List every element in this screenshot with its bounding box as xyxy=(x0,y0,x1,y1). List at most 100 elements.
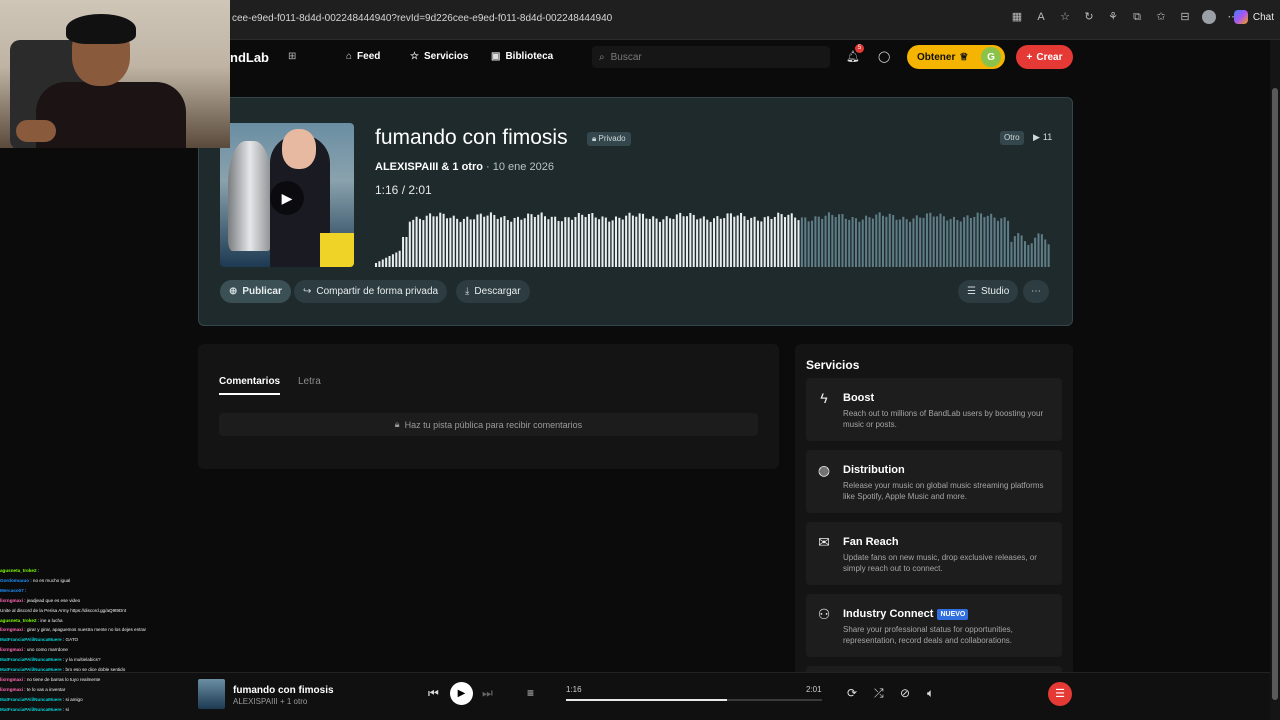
waveform-bar xyxy=(510,221,513,267)
waveform-bar xyxy=(503,216,506,267)
waveform-bar xyxy=(662,219,665,267)
refresh-icon[interactable]: ↻ xyxy=(1082,10,1096,24)
download-button[interactable]: ⤓ Descargar xyxy=(456,280,530,303)
waveform-bar xyxy=(706,219,709,267)
search-input[interactable] xyxy=(610,51,811,63)
waveform-bar xyxy=(483,216,486,267)
page-scrollbar[interactable] xyxy=(1270,40,1280,720)
waveform-bar xyxy=(398,250,401,267)
service-boost[interactable]: ϟ Boost Reach out to millions of BandLab… xyxy=(806,378,1062,441)
play-count: ▶ 11 xyxy=(1033,132,1052,143)
mute-icon[interactable]: ⊘ xyxy=(900,686,910,700)
volume-icon[interactable]: 🔈︎ xyxy=(927,686,934,701)
webcam-overlay xyxy=(0,0,230,148)
shuffle-icon[interactable]: ⤮ xyxy=(874,686,884,701)
waveform-bar xyxy=(682,216,685,267)
chat-text: : GATO xyxy=(61,637,79,643)
next-icon[interactable]: ⏭ xyxy=(482,686,493,701)
user-avatar[interactable]: G xyxy=(980,46,1002,68)
previous-icon[interactable]: ⏮ xyxy=(428,686,439,701)
play-count-value: 11 xyxy=(1042,132,1053,142)
player-track-title[interactable]: fumando con fimosis xyxy=(233,685,334,696)
chat-message: MatFranciaPAlilNuncaMuere : GATO xyxy=(0,635,200,645)
cover-play-icon[interactable]: ▶ xyxy=(270,181,304,215)
extensions-icon[interactable]: ⚘ xyxy=(1106,10,1120,24)
queue-button[interactable]: ☰ xyxy=(1048,682,1072,706)
service-name-text: Distribution xyxy=(843,464,905,476)
repeat-icon[interactable]: ⟳ xyxy=(847,686,857,700)
scrollbar-thumb[interactable] xyxy=(1272,88,1278,700)
address-bar-url[interactable]: cee-e9ed-f011-8d4d-002248444940?revId=9d… xyxy=(232,13,612,24)
service-fan-reach[interactable]: ✉ Fan Reach Update fans on new music, dr… xyxy=(806,522,1062,585)
waveform-bar xyxy=(868,217,871,267)
track-total-time: 2:01 xyxy=(408,183,432,197)
nav-services[interactable]: ☆ Servicios xyxy=(410,51,468,62)
create-button[interactable]: + Crear xyxy=(1016,45,1073,69)
apps-icon[interactable]: ▦ xyxy=(1010,10,1024,24)
player-track-artist[interactable]: ALEXISPAIII + 1 otro xyxy=(233,697,307,706)
waveform-bar xyxy=(699,218,702,267)
studio-button[interactable]: ☰ Studio xyxy=(958,280,1019,303)
service-name: Distribution xyxy=(843,464,905,476)
waveform-bar xyxy=(513,217,516,267)
apps-grid-icon[interactable]: ⊞ xyxy=(288,51,298,62)
waveform-bar xyxy=(625,215,628,267)
profile-avatar[interactable] xyxy=(1202,10,1216,24)
chat-username: lixrngmaxi xyxy=(0,627,23,633)
publish-label: Publicar xyxy=(242,286,282,297)
waveform-bar xyxy=(726,213,729,267)
track-artist-line: ALEXISPAIII & 1 otro · 10 ene 2026 xyxy=(375,161,554,173)
waveform[interactable] xyxy=(375,201,1051,267)
waveform-bar xyxy=(418,218,421,267)
bandlab-logo[interactable]: ndLab xyxy=(230,50,269,65)
read-aloud-icon[interactable]: A xyxy=(1034,10,1048,24)
chat-text: : no tiene de barras lo tuyo realmente xyxy=(22,676,101,682)
publish-button[interactable]: ⊕ Publicar xyxy=(220,280,291,303)
waveform-bar xyxy=(459,221,462,267)
waveform-bar xyxy=(618,217,621,267)
messages-icon[interactable]: ◯ xyxy=(878,50,890,63)
collections-icon[interactable]: ⊟ xyxy=(1178,10,1192,24)
chat-username: lixrngmaxi xyxy=(0,676,23,682)
waveform-bar xyxy=(1020,235,1023,267)
favorites-icon[interactable]: ✩ xyxy=(1154,10,1168,24)
service-distribution[interactable]: ◍ Distribution Release your music on glo… xyxy=(806,450,1062,513)
copilot-chat-button[interactable]: Chat xyxy=(1233,10,1274,24)
service-industry-connect[interactable]: ⚇ Industry Connect NUEVO Share your prof… xyxy=(806,594,1062,657)
play-button[interactable]: ▶ xyxy=(450,682,473,705)
share-icon: ↪ xyxy=(303,286,312,297)
service-desc: Reach out to millions of BandLab users b… xyxy=(843,409,1044,429)
waveform-bar xyxy=(861,219,864,267)
favorite-star-icon[interactable]: ☆ xyxy=(1058,10,1072,24)
waveform-bar xyxy=(736,215,739,267)
chat-text: : no es mucho igual xyxy=(29,577,71,583)
share-private-button[interactable]: ↪ Compartir de forma privada xyxy=(294,280,448,303)
service-name-text: Industry Connect xyxy=(843,608,934,620)
cover-face xyxy=(282,129,316,169)
player-cover-thumb[interactable] xyxy=(198,679,225,709)
nav-library[interactable]: ▣ Biblioteca xyxy=(491,51,553,62)
track-cover-art[interactable]: ▶ xyxy=(220,123,354,267)
waveform-bar xyxy=(824,215,827,267)
waveform-bar xyxy=(804,217,807,267)
chat-message: MatFranciaPAlilNuncaMuere : si xyxy=(0,705,200,715)
waveform-bar xyxy=(892,215,895,267)
tab-comments[interactable]: Comentarios xyxy=(219,376,281,395)
more-options-button[interactable]: ⋯ xyxy=(1023,280,1049,303)
track-artist[interactable]: ALEXISPAIII & 1 otro xyxy=(375,161,483,173)
chat-message: lixrngmaxi : girar y girar, apaguemos nu… xyxy=(0,625,200,635)
waveform-bar xyxy=(598,219,601,267)
split-screen-icon[interactable]: ⧉ xyxy=(1130,10,1144,24)
download-label: Descargar xyxy=(474,286,521,297)
chat-message: Unite al discord de la Perisa Army https… xyxy=(0,606,200,616)
nav-feed[interactable]: ⌂ Feed xyxy=(346,51,380,62)
waveform-bar xyxy=(537,214,540,267)
search-bar[interactable]: ⌕ xyxy=(592,46,830,68)
player-progress-bar[interactable] xyxy=(566,699,822,701)
waveform-bar xyxy=(966,215,969,267)
waveform-bar xyxy=(456,218,459,267)
waveform-bar xyxy=(429,213,432,267)
queue-list-icon[interactable]: ≡ xyxy=(527,686,534,700)
tab-lyrics[interactable]: Letra xyxy=(298,376,321,387)
waveform-bar xyxy=(723,218,726,267)
